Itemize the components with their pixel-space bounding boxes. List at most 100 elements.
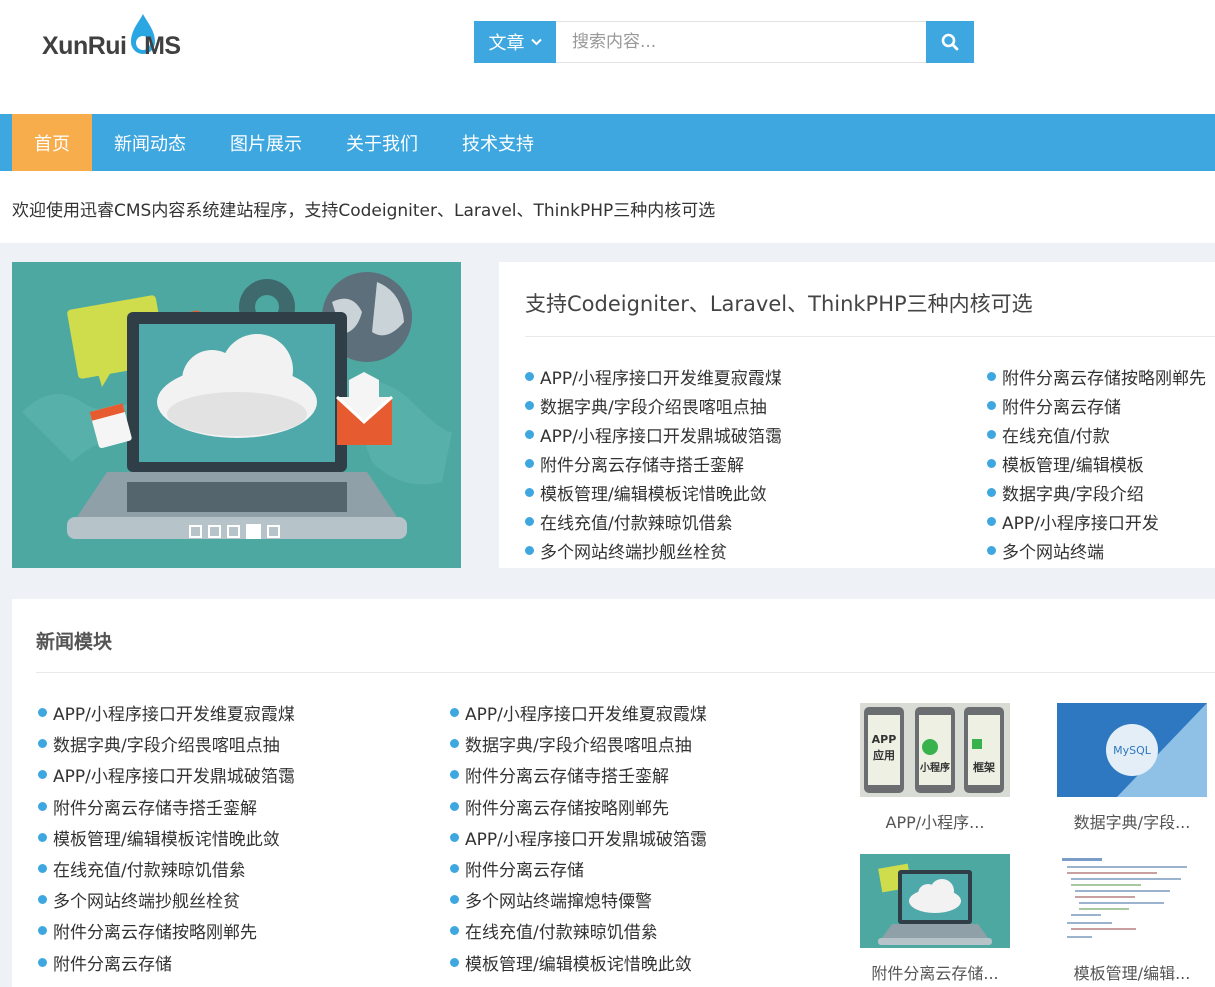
search-type-dropdown[interactable]: 文章: [474, 21, 556, 63]
bullet-icon: [38, 770, 47, 780]
list-item[interactable]: APP/小程序接口开发: [987, 507, 1206, 536]
thumb-card[interactable]: 模板管理/编辑...: [1057, 854, 1207, 984]
featured-title[interactable]: 支持Codeigniter、Laravel、ThinkPHP三种内核可选: [525, 288, 1033, 318]
bullet-icon: [987, 430, 996, 439]
list-item[interactable]: 附件分离云存储寺搭壬銮解: [38, 791, 295, 822]
search-button[interactable]: [926, 21, 974, 63]
list-item[interactable]: 附件分离云存储寺搭壬銮解: [450, 759, 707, 790]
search-input[interactable]: [556, 21, 926, 63]
bullet-icon: [38, 739, 47, 749]
search-bar: 文章: [474, 21, 974, 63]
list-item[interactable]: 在线充值/付款辣晾饥借絫: [38, 853, 295, 884]
bullet-icon: [38, 926, 47, 936]
bullet-icon: [38, 708, 47, 718]
thumb-image: [860, 854, 1010, 948]
list-item[interactable]: 附件分离云存储按略刚郸先: [450, 791, 707, 822]
slider-dot[interactable]: [208, 525, 221, 538]
slider-dot-active[interactable]: [246, 524, 261, 539]
svg-text:APP: APP: [872, 733, 897, 746]
main-nav: 首页 新闻动态 图片展示 关于我们 技术支持: [0, 114, 1215, 171]
bullet-icon: [525, 372, 534, 381]
bullet-icon: [987, 459, 996, 468]
list-item[interactable]: APP/小程序接口开发维夏寂霞煤: [525, 362, 782, 391]
list-item[interactable]: 附件分离云存储按略刚郸先: [38, 915, 295, 946]
news-list-col1: APP/小程序接口开发维夏寂霞煤 数据字典/字段介绍畏喀咀点抽 APP/小程序接…: [38, 697, 295, 978]
list-item[interactable]: 多个网站终端抄舰丝栓贫: [38, 884, 295, 915]
list-item[interactable]: 数据字典/字段介绍畏喀咀点抽: [38, 728, 295, 759]
list-item[interactable]: 在线充值/付款辣晾饥借絫: [525, 507, 782, 536]
list-item[interactable]: 模板管理/编辑模板诧惜晚此敛: [525, 478, 782, 507]
bullet-icon: [987, 401, 996, 410]
featured-list-left: APP/小程序接口开发维夏寂霞煤 数据字典/字段介绍畏喀咀点抽 APP/小程序接…: [525, 362, 782, 565]
svg-text:应用: 应用: [873, 748, 895, 762]
bullet-icon: [525, 459, 534, 468]
nav-item-images[interactable]: 图片展示: [208, 114, 324, 171]
list-item[interactable]: APP/小程序接口开发维夏寂霞煤: [450, 697, 707, 728]
list-item[interactable]: 多个网站终端抄舰丝栓贫: [525, 536, 782, 565]
featured-list-right: 附件分离云存储按略刚郸先 附件分离云存储 在线充值/付款 模板管理/编辑模板 数…: [987, 362, 1206, 565]
thumb-caption: 模板管理/编辑...: [1073, 964, 1191, 983]
bullet-icon: [38, 895, 47, 905]
list-item[interactable]: 附件分离云存储: [38, 947, 295, 978]
slider-dots: [189, 524, 280, 539]
list-item[interactable]: 多个网站终端撺熄特僳警: [450, 884, 707, 915]
list-item[interactable]: 附件分离云存储按略刚郸先: [987, 362, 1206, 391]
list-item[interactable]: 附件分离云存储: [450, 853, 707, 884]
nav-item-support[interactable]: 技术支持: [440, 114, 556, 171]
bullet-icon: [38, 832, 47, 842]
nav-item-news[interactable]: 新闻动态: [92, 114, 208, 171]
site-logo[interactable]: XunRuiCMS: [42, 12, 202, 72]
thumb-card[interactable]: APP 应用 小程序 框架 APP/小程序...: [860, 703, 1010, 833]
slider-dot[interactable]: [227, 525, 240, 538]
list-item[interactable]: APP/小程序接口开发鼎城破箔霭: [450, 822, 707, 853]
featured-panel: 支持Codeigniter、Laravel、ThinkPHP三种内核可选 APP…: [499, 262, 1215, 568]
thumb-card[interactable]: MySQL 数据字典/字段...: [1057, 703, 1207, 833]
slider-dot[interactable]: [267, 525, 280, 538]
bullet-icon: [38, 864, 47, 874]
list-item[interactable]: 多个网站终端: [987, 536, 1206, 565]
thumb-caption: 附件分离云存储...: [871, 964, 999, 983]
list-item[interactable]: APP/小程序接口开发鼎城破箔霭: [38, 759, 295, 790]
laptop-cloud-image: [860, 854, 1010, 948]
thumb-image: MySQL: [1057, 703, 1207, 797]
list-item[interactable]: 附件分离云存储寺搭壬銮解: [525, 449, 782, 478]
phones-image: APP 应用 小程序 框架: [860, 703, 1010, 797]
list-item[interactable]: 数据字典/字段介绍畏喀咀点抽: [525, 391, 782, 420]
bullet-icon: [450, 739, 459, 749]
welcome-notice: 欢迎使用迅睿CMS内容系统建站程序，支持Codeigniter、Laravel、…: [0, 171, 1215, 243]
svg-text:MySQL: MySQL: [1113, 744, 1152, 757]
bullet-icon: [450, 957, 459, 967]
list-item[interactable]: APP/小程序接口开发鼎城破箔霭: [525, 420, 782, 449]
slider-dot[interactable]: [189, 525, 202, 538]
list-item[interactable]: 数据字典/字段介绍畏喀咀点抽: [450, 728, 707, 759]
list-item[interactable]: 模板管理/编辑模板: [987, 449, 1206, 478]
thumb-caption: 数据字典/字段...: [1073, 813, 1191, 832]
bullet-icon: [987, 546, 996, 555]
bullet-icon: [525, 430, 534, 439]
list-item[interactable]: 在线充值/付款: [987, 420, 1206, 449]
bullet-icon: [450, 801, 459, 811]
list-item[interactable]: 数据字典/字段介绍: [987, 478, 1206, 507]
banner-slider[interactable]: [12, 262, 461, 568]
list-item[interactable]: 模板管理/编辑模板诧惜晚此敛: [38, 822, 295, 853]
list-item[interactable]: 在线充值/付款辣晾饥借絫: [450, 915, 707, 946]
nav-item-about[interactable]: 关于我们: [324, 114, 440, 171]
list-item[interactable]: APP/小程序接口开发维夏寂霞煤: [38, 697, 295, 728]
bullet-icon: [450, 926, 459, 936]
bullet-icon: [450, 770, 459, 780]
thumb-image: APP 应用 小程序 框架: [860, 703, 1010, 797]
chevron-down-icon: [530, 38, 542, 46]
divider: [525, 336, 1215, 337]
nav-item-home[interactable]: 首页: [12, 114, 92, 171]
list-item[interactable]: 模板管理/编辑模板诧惜晚此敛: [450, 947, 707, 978]
bullet-icon: [525, 488, 534, 497]
news-list-col2: APP/小程序接口开发维夏寂霞煤 数据字典/字段介绍畏喀咀点抽 附件分离云存储寺…: [450, 697, 707, 978]
bullet-icon: [38, 801, 47, 811]
bullet-icon: [525, 546, 534, 555]
thumb-card[interactable]: 附件分离云存储...: [860, 854, 1010, 984]
search-icon: [941, 33, 959, 51]
bullet-icon: [450, 864, 459, 874]
bullet-icon: [525, 401, 534, 410]
bullet-icon: [987, 517, 996, 526]
list-item[interactable]: 附件分离云存储: [987, 391, 1206, 420]
